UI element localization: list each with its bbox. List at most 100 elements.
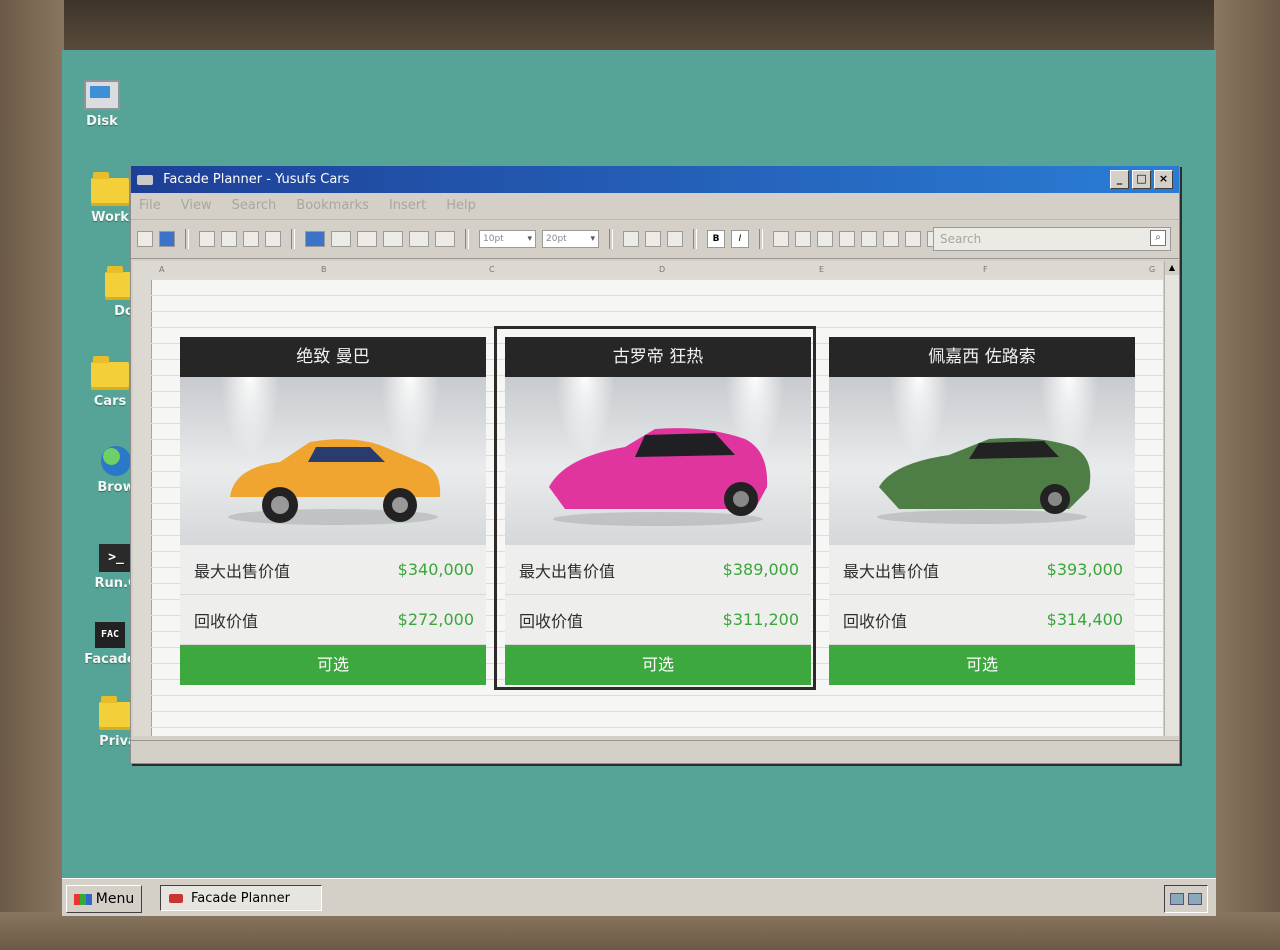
layout-icon[interactable] bbox=[409, 231, 429, 247]
print-icon[interactable] bbox=[243, 231, 259, 247]
layout-icon[interactable] bbox=[383, 231, 403, 247]
menu-bar: File View Search Bookmarks Insert Help bbox=[131, 193, 1179, 220]
menu-insert[interactable]: Insert bbox=[389, 193, 426, 219]
desktop-icon-label: Disk bbox=[86, 114, 118, 129]
desktop-icon-disk[interactable]: Disk bbox=[62, 80, 142, 129]
computer-icon bbox=[84, 80, 120, 110]
bold-button[interactable]: B bbox=[707, 230, 725, 248]
document-icon[interactable] bbox=[199, 231, 215, 247]
search-input[interactable]: Search ⌕ bbox=[933, 227, 1171, 251]
indent-icon[interactable] bbox=[839, 231, 855, 247]
layout-icon[interactable] bbox=[331, 231, 351, 247]
desktop-icon-label: Facade bbox=[84, 652, 136, 667]
list-icon[interactable] bbox=[773, 231, 789, 247]
list-icon[interactable] bbox=[817, 231, 833, 247]
column-label: A bbox=[159, 265, 165, 274]
column-label: F bbox=[983, 265, 988, 274]
new-icon[interactable] bbox=[137, 231, 153, 247]
select-button[interactable]: 可选 bbox=[829, 645, 1135, 685]
car-photo bbox=[829, 377, 1135, 545]
border-icon[interactable] bbox=[623, 231, 639, 247]
menu-search[interactable]: Search bbox=[232, 193, 277, 219]
globe-icon bbox=[101, 446, 131, 476]
menu-help[interactable]: Help bbox=[446, 193, 476, 219]
scroll-up-icon[interactable]: ▲ bbox=[1165, 261, 1179, 275]
italic-button[interactable]: I bbox=[731, 230, 749, 248]
toolbar-separator bbox=[185, 229, 189, 249]
car-name: 佩嘉西 佐路索 bbox=[829, 337, 1135, 377]
line-size-select[interactable]: 20pt bbox=[542, 230, 599, 248]
font-size-select[interactable]: 10pt bbox=[479, 230, 536, 248]
tray-network-icon[interactable] bbox=[1170, 893, 1184, 905]
car-photo bbox=[180, 377, 486, 545]
minimize-button[interactable]: _ bbox=[1110, 170, 1129, 189]
recycle-label: 回收价值 bbox=[843, 611, 908, 631]
border-icon[interactable] bbox=[667, 231, 683, 247]
menu-label: Menu bbox=[95, 891, 135, 907]
row-header bbox=[133, 279, 152, 736]
car-image bbox=[228, 439, 441, 525]
paste-icon[interactable] bbox=[265, 231, 281, 247]
save-icon[interactable] bbox=[159, 231, 175, 247]
recycle-value: $272,000 bbox=[397, 610, 474, 629]
column-label: B bbox=[321, 265, 327, 274]
copy-icon[interactable] bbox=[221, 231, 237, 247]
recycle-row: 回收价值 $272,000 bbox=[180, 595, 486, 645]
selection-highlight bbox=[494, 326, 816, 690]
max-sale-value: $393,000 bbox=[1046, 560, 1123, 579]
layout-icon[interactable] bbox=[305, 231, 325, 247]
select-button[interactable]: 可选 bbox=[180, 645, 486, 685]
column-label: E bbox=[819, 265, 825, 274]
monitor-bezel-left bbox=[0, 0, 64, 950]
system-tray bbox=[1164, 885, 1208, 913]
monitor-bezel-bottom bbox=[0, 912, 1280, 950]
layout-icon[interactable] bbox=[435, 231, 455, 247]
task-label: Facade Planner bbox=[191, 891, 290, 906]
window-titlebar[interactable]: Facade Planner - Yusufs Cars _ □ × bbox=[131, 166, 1179, 193]
terminal-icon: >_ bbox=[99, 544, 133, 572]
start-menu-button[interactable]: Menu bbox=[66, 885, 142, 913]
app-icon bbox=[137, 174, 153, 185]
folder-icon bbox=[91, 172, 129, 206]
menu-view[interactable]: View bbox=[181, 193, 212, 219]
search-icon[interactable]: ⌕ bbox=[1150, 230, 1166, 246]
border-icon[interactable] bbox=[645, 231, 661, 247]
car-name: 绝致 曼巴 bbox=[180, 337, 486, 377]
column-label: D bbox=[659, 265, 666, 274]
toolbar-separator bbox=[291, 229, 295, 249]
align-left-icon[interactable] bbox=[883, 231, 899, 247]
car-image bbox=[877, 438, 1091, 524]
tray-display-icon[interactable] bbox=[1188, 893, 1202, 905]
list-icon[interactable] bbox=[795, 231, 811, 247]
column-label: G bbox=[1149, 265, 1156, 274]
vertical-scrollbar[interactable]: ▲ bbox=[1164, 261, 1179, 736]
toolbar-separator bbox=[693, 229, 697, 249]
car-card-1[interactable]: 绝致 曼巴 最大出售价值 $340,000 回收价值 $272,000 可选 bbox=[180, 337, 486, 685]
taskbar: Menu Facade Planner bbox=[62, 878, 1216, 916]
maximize-button[interactable]: □ bbox=[1132, 170, 1151, 189]
taskbar-item-facade-planner[interactable]: Facade Planner bbox=[160, 885, 322, 911]
max-sale-label: 最大出售价值 bbox=[194, 561, 291, 581]
menu-logo-icon bbox=[73, 893, 92, 905]
facade-icon: FAC bbox=[95, 622, 125, 648]
align-center-icon[interactable] bbox=[905, 231, 921, 247]
folder-icon bbox=[91, 356, 129, 390]
menu-file[interactable]: File bbox=[139, 193, 161, 219]
status-bar bbox=[131, 740, 1179, 763]
outdent-icon[interactable] bbox=[861, 231, 877, 247]
window-title: Facade Planner - Yusufs Cars bbox=[163, 172, 350, 187]
desktop-icon-label: Work bbox=[91, 210, 129, 225]
recycle-label: 回收价值 bbox=[194, 611, 259, 631]
close-button[interactable]: × bbox=[1154, 170, 1173, 189]
menu-bookmarks[interactable]: Bookmarks bbox=[296, 193, 369, 219]
app-icon bbox=[169, 894, 183, 903]
toolbar-separator bbox=[609, 229, 613, 249]
max-sale-label: 最大出售价值 bbox=[843, 561, 940, 581]
max-sale-row: 最大出售价值 $340,000 bbox=[180, 545, 486, 595]
column-label: C bbox=[489, 265, 495, 274]
toolbar-separator bbox=[759, 229, 763, 249]
car-card-3[interactable]: 佩嘉西 佐路索 最大出售价值 $393,000 回收价值 $314,400 可选 bbox=[829, 337, 1135, 685]
max-sale-row: 最大出售价值 $393,000 bbox=[829, 545, 1135, 595]
layout-icon[interactable] bbox=[357, 231, 377, 247]
search-placeholder: Search bbox=[940, 232, 982, 246]
